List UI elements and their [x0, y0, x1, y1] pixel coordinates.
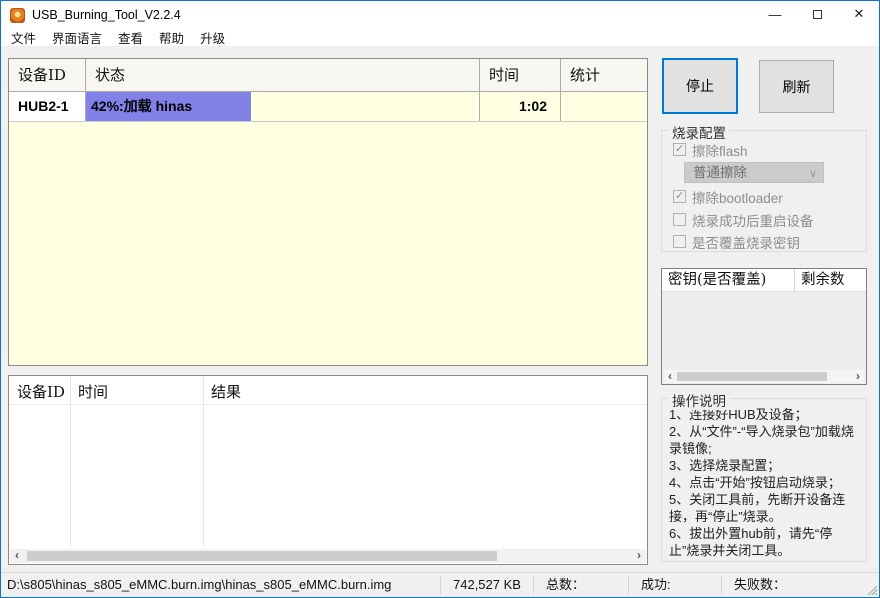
header-device-id[interactable]: 设备ID	[9, 59, 86, 91]
device-status-cell: 42%:加载 hinas	[86, 92, 480, 121]
device-table: 设备ID 状态 时间 统计 HUB2-1 42%:加载 hinas 1:02	[8, 58, 648, 366]
status-divider	[440, 576, 441, 594]
erase-mode-value: 普通擦除	[693, 165, 747, 180]
menu-help[interactable]: 帮助	[151, 27, 192, 49]
status-divider	[721, 576, 722, 594]
header-result-time[interactable]: 时间	[70, 376, 203, 404]
title-bar: USB_Burning_Tool_V2.2.4	[1, 1, 879, 29]
reboot-after-success-option[interactable]: 烧录成功后重启设备	[673, 211, 814, 228]
header-result[interactable]: 结果	[203, 376, 647, 404]
header-result-device-id[interactable]: 设备ID	[9, 376, 70, 404]
header-key-overwrite[interactable]: 密钥(是否覆盖)	[662, 269, 795, 291]
minimize-button[interactable]: —	[754, 0, 796, 28]
app-icon	[10, 8, 25, 23]
maximize-button[interactable]	[796, 0, 838, 28]
chevron-down-icon: ∨	[809, 165, 817, 184]
menu-view[interactable]: 查看	[110, 27, 151, 49]
window-controls: — ✕	[754, 0, 880, 28]
result-table-scrollbar[interactable]: ‹ ›	[10, 549, 646, 563]
scroll-left-icon[interactable]: ‹	[10, 549, 24, 563]
instruction-line: 2、从“文件”-“导入烧录包”加载烧录镜像;	[669, 423, 862, 457]
erase-flash-checkbox[interactable]: ✓	[673, 143, 686, 156]
key-table-header: 密钥(是否覆盖) 剩余数	[662, 269, 866, 292]
refresh-button[interactable]: 刷新	[759, 60, 834, 113]
close-button[interactable]: ✕	[838, 0, 880, 28]
status-file-path: D:\s805\hinas_s805_eMMC.burn.img\hinas_s…	[7, 573, 391, 597]
column-divider	[203, 376, 204, 548]
instruction-line: 5、关闭工具前，先断开设备连接，再“停止”烧录。	[669, 491, 862, 525]
instruction-line: 4、点击“开始”按钮启动烧录；	[669, 474, 862, 491]
device-id-cell: HUB2-1	[9, 92, 86, 121]
status-divider	[628, 576, 629, 594]
overwrite-key-option[interactable]: 是否覆盖烧录密钥	[673, 233, 800, 250]
stop-button[interactable]: 停止	[662, 58, 738, 114]
window-title: USB_Burning_Tool_V2.2.4	[32, 8, 181, 22]
instruction-line: 3、选择烧录配置；	[669, 457, 862, 474]
minimize-icon: —	[769, 7, 782, 22]
header-time[interactable]: 时间	[480, 59, 561, 91]
result-table-header: 设备ID 时间 结果	[9, 376, 647, 405]
device-row[interactable]: HUB2-1 42%:加载 hinas 1:02	[9, 92, 647, 122]
erase-flash-label: 擦除flash	[692, 140, 748, 160]
menu-language[interactable]: 界面语言	[44, 27, 110, 49]
status-bar: D:\s805\hinas_s805_eMMC.burn.img\hinas_s…	[1, 572, 879, 597]
close-icon: ✕	[854, 6, 865, 22]
overwrite-key-checkbox[interactable]	[673, 235, 686, 248]
burn-config-group: 烧录配置 ✓ 擦除flash 普通擦除 ∨ ✓ 擦除bootloader 烧录成…	[661, 130, 867, 252]
menu-file[interactable]: 文件	[3, 27, 44, 49]
status-success-label: 成功:	[641, 573, 671, 597]
status-divider	[533, 576, 534, 594]
scroll-right-icon[interactable]: ›	[632, 549, 646, 563]
key-table-scrollbar[interactable]: ‹ ›	[663, 370, 865, 383]
result-table: 设备ID 时间 结果 ‹ ›	[8, 375, 648, 565]
result-scrollbar-thumb[interactable]	[27, 551, 497, 561]
status-file-size: 742,527 KB	[453, 573, 521, 597]
scroll-left-icon[interactable]: ‹	[663, 370, 677, 384]
header-remaining[interactable]: 剩余数	[795, 269, 866, 291]
instructions-title: 操作说明	[668, 390, 730, 410]
scroll-right-icon[interactable]: ›	[851, 370, 865, 384]
header-stats[interactable]: 统计	[561, 59, 647, 91]
erase-flash-option[interactable]: ✓ 擦除flash	[673, 141, 748, 158]
maximize-icon	[813, 10, 822, 19]
menu-upgrade[interactable]: 升级	[192, 27, 233, 49]
column-divider	[70, 376, 71, 548]
device-table-header: 设备ID 状态 时间 统计	[9, 59, 647, 92]
key-table: 密钥(是否覆盖) 剩余数 ‹ ›	[661, 268, 867, 385]
erase-mode-select[interactable]: 普通擦除 ∨	[684, 162, 824, 183]
header-status[interactable]: 状态	[86, 59, 480, 91]
erase-bootloader-option[interactable]: ✓ 擦除bootloader	[673, 188, 783, 205]
menu-bar: 文件 界面语言 查看 帮助 升级	[1, 29, 879, 47]
reboot-after-success-checkbox[interactable]	[673, 213, 686, 226]
erase-bootloader-label: 擦除bootloader	[692, 187, 783, 207]
status-fail-label: 失败数：	[734, 573, 786, 597]
resize-grip[interactable]	[866, 584, 877, 595]
status-text: 42%:加载 hinas	[91, 92, 192, 121]
device-stats-cell	[561, 92, 647, 121]
overwrite-key-label: 是否覆盖烧录密钥	[692, 232, 800, 252]
device-time-cell: 1:02	[480, 92, 561, 121]
key-scrollbar-thumb[interactable]	[677, 372, 827, 381]
instructions-text: 1、连接好HUB及设备； 2、从“文件”-“导入烧录包”加载烧录镜像; 3、选择…	[662, 399, 866, 559]
status-total-label: 总数：	[546, 573, 585, 597]
instructions-group: 操作说明 1、连接好HUB及设备； 2、从“文件”-“导入烧录包”加载烧录镜像;…	[661, 398, 867, 562]
reboot-after-success-label: 烧录成功后重启设备	[692, 210, 814, 230]
instruction-line: 6、拔出外置hub前，请先“停止”烧录并关闭工具。	[669, 525, 862, 559]
erase-bootloader-checkbox[interactable]: ✓	[673, 190, 686, 203]
